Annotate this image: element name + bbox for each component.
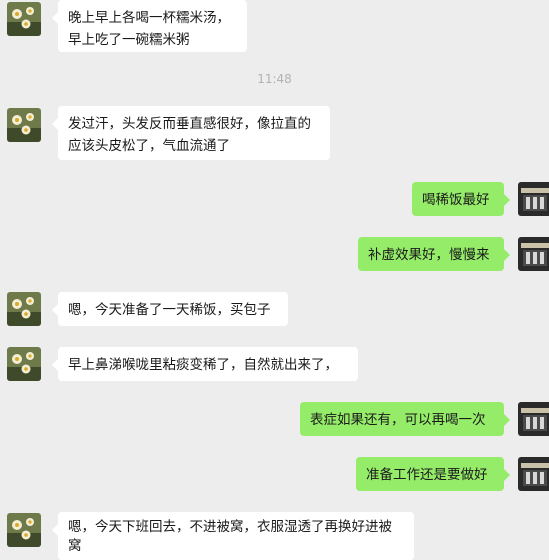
my-avatar[interactable] xyxy=(518,457,549,491)
message-bubble[interactable]: 嗯，今天准备了一天稀饭，买包子 xyxy=(52,292,288,326)
message-bubble[interactable]: 早上鼻涕喉咙里粘痰变稀了，自然就出来了， xyxy=(52,347,358,381)
contact-avatar[interactable] xyxy=(7,2,41,36)
contact-avatar[interactable] xyxy=(7,513,41,547)
message-bubble[interactable]: 准备工作还是要做好 xyxy=(356,457,510,491)
message-bubble[interactable]: 发过汗，头发反而垂直感很好，像拉直的 应该头皮松了，气血流通了 xyxy=(52,106,330,160)
my-avatar[interactable] xyxy=(518,402,549,436)
message-timestamp: 11:48 xyxy=(257,72,292,86)
contact-avatar[interactable] xyxy=(7,347,41,381)
message-bubble[interactable]: 表症如果还有，可以再喝一次 xyxy=(300,402,510,436)
message-bubble[interactable]: 喝稀饭最好 xyxy=(412,182,510,216)
contact-avatar[interactable] xyxy=(7,292,41,326)
my-avatar[interactable] xyxy=(518,182,549,216)
contact-avatar[interactable] xyxy=(7,108,41,142)
message-bubble[interactable]: 补虚效果好，慢慢来 xyxy=(358,237,510,271)
message-bubble[interactable]: 晚上早上各喝一杯糯米汤， 早上吃了一碗糯米粥 xyxy=(52,0,247,52)
my-avatar[interactable] xyxy=(518,237,549,271)
message-bubble[interactable]: 嗯，今天下班回去，不进被窝，衣服湿透了再换好进被 窝 xyxy=(52,512,414,560)
